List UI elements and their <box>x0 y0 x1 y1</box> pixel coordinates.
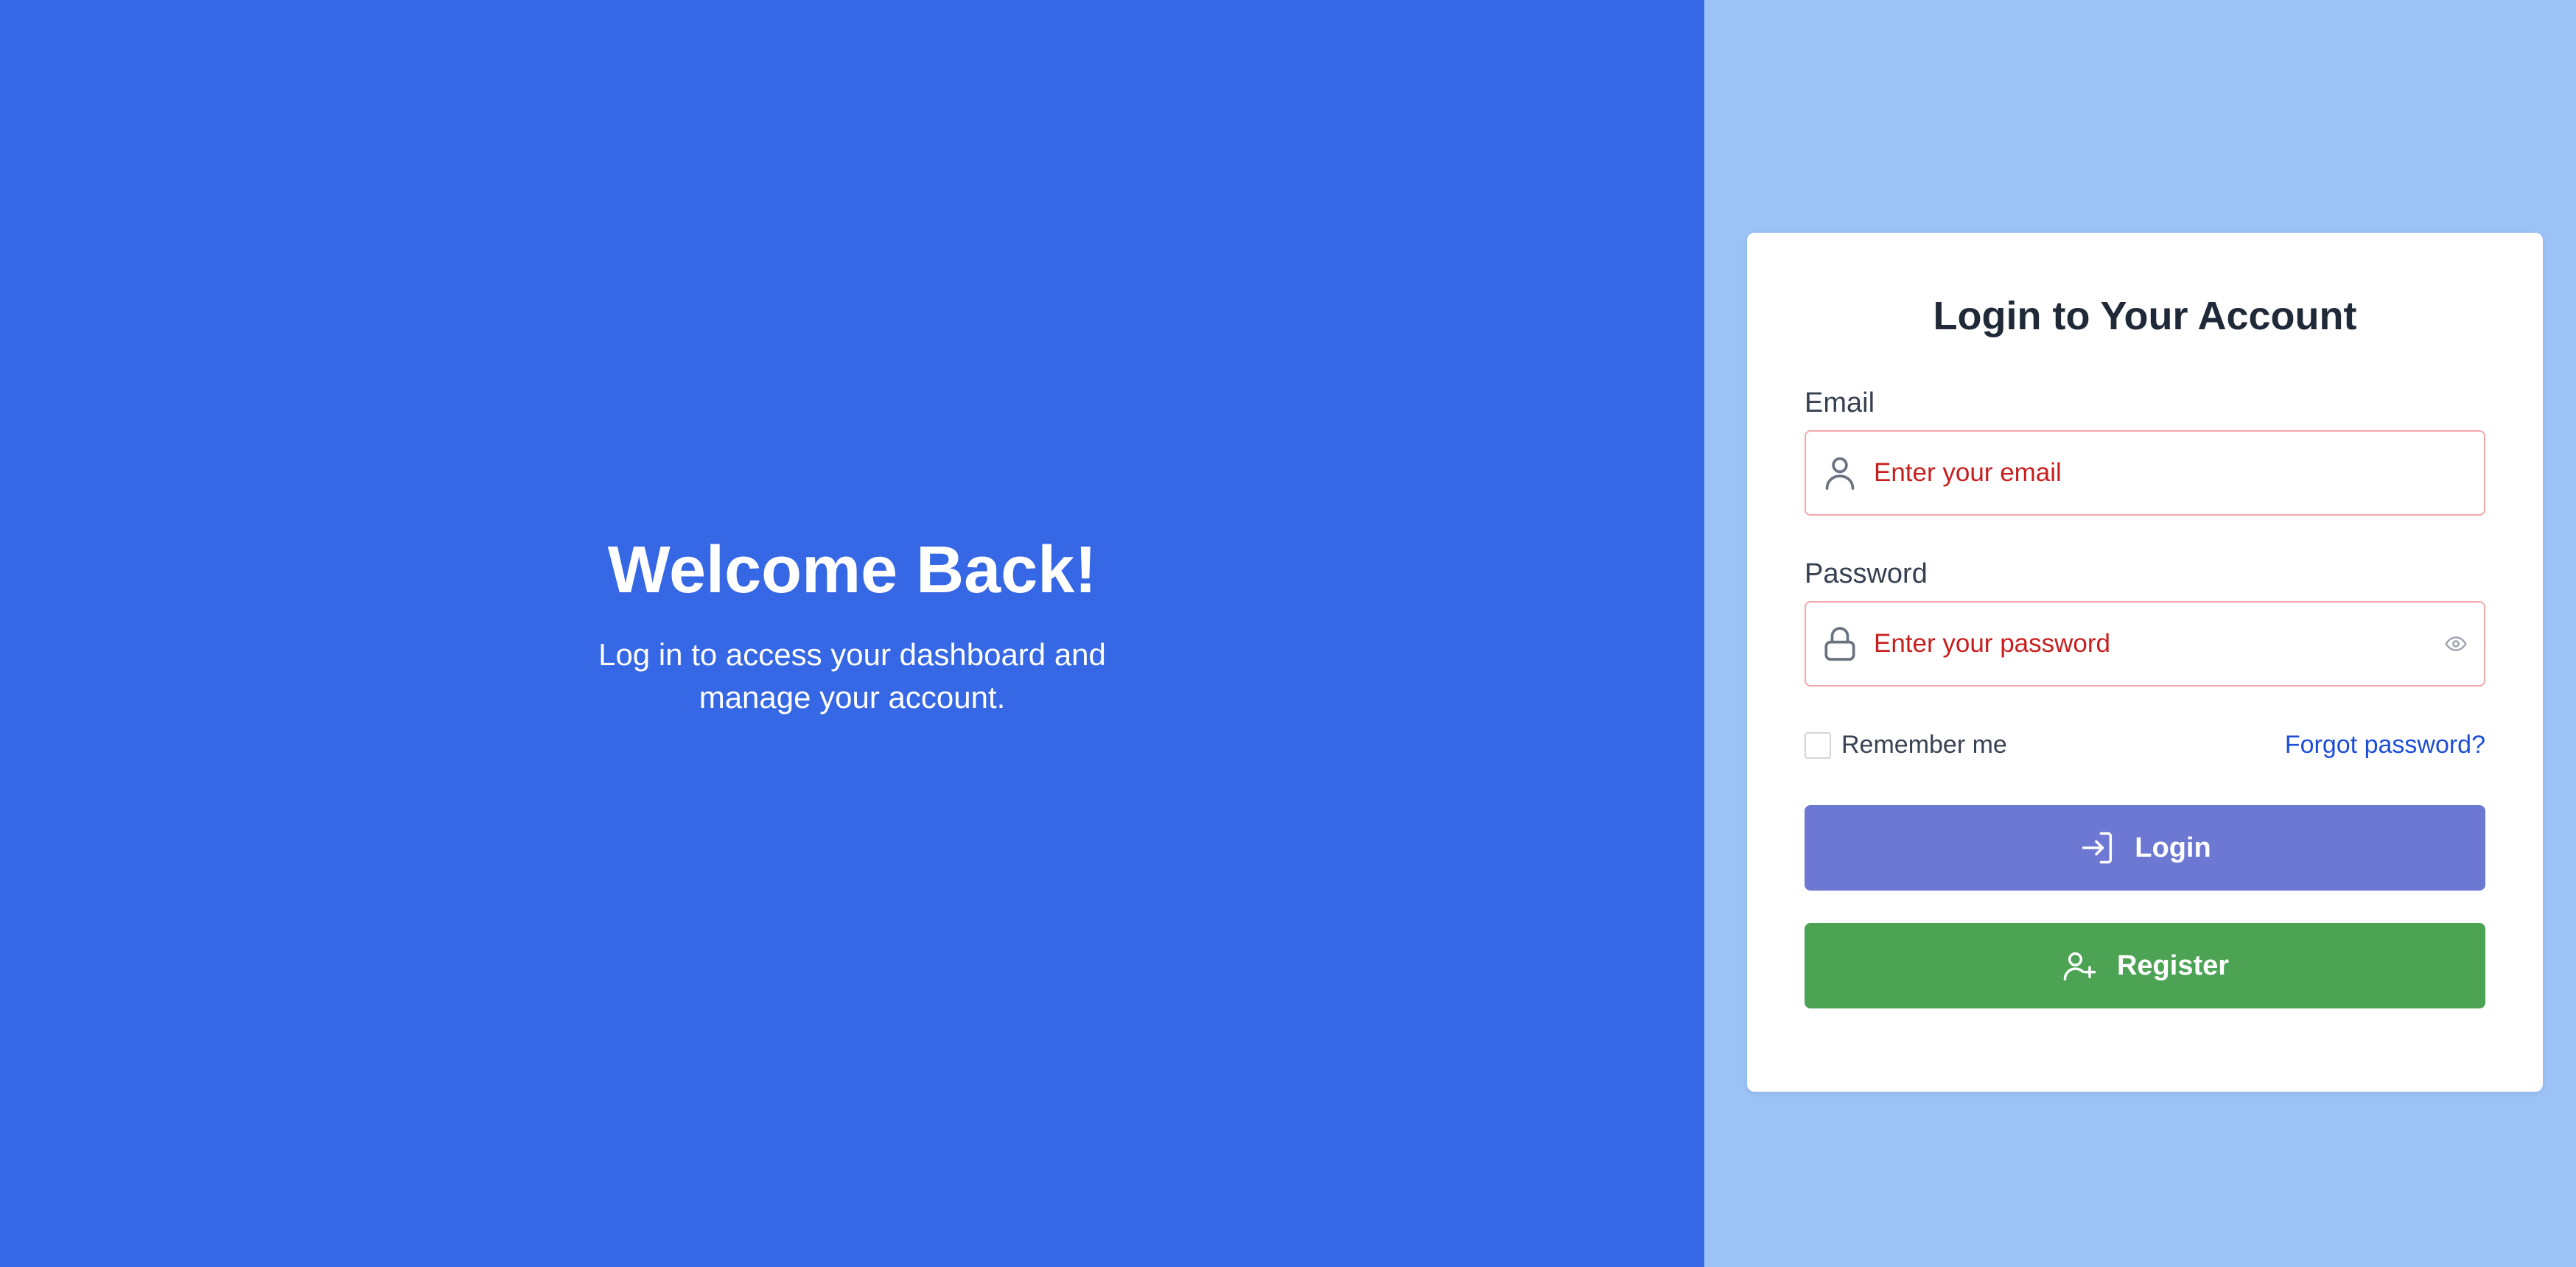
hero-subtitle: Log in to access your dashboard and mana… <box>598 636 1106 715</box>
password-label: Password <box>1805 558 1928 589</box>
remember-me-checkbox[interactable] <box>1805 731 1831 759</box>
register-button[interactable]: Register <box>1805 923 2485 1008</box>
hero-title: Welcome Back! <box>607 533 1097 607</box>
eye-icon[interactable] <box>2441 629 2471 659</box>
lock-icon <box>1819 623 1861 664</box>
email-field-wrapper <box>1805 430 2485 516</box>
register-button-label: Register <box>2116 950 2230 981</box>
email-label: Email <box>1805 387 1875 418</box>
forgot-password-link[interactable]: Forgot password? <box>2285 731 2485 759</box>
user-icon <box>1819 452 1861 494</box>
login-options-row: Remember me Forgot password? <box>1805 731 2485 759</box>
login-card: Login to Your Account Email Password <box>1747 233 2543 1092</box>
login-panel: Login to Your Account Email Password <box>1704 0 2576 1267</box>
password-field[interactable] <box>1874 629 2441 659</box>
remember-me-label: Remember me <box>1841 731 2007 759</box>
login-icon <box>2079 829 2117 867</box>
user-plus-icon <box>2061 947 2099 985</box>
welcome-hero: Welcome Back! Log in to access your dash… <box>0 0 1704 1267</box>
password-field-wrapper <box>1805 601 2485 687</box>
remember-me[interactable]: Remember me <box>1805 731 2007 759</box>
email-field[interactable] <box>1874 458 2471 488</box>
login-title: Login to Your Account <box>1933 294 2357 338</box>
login-page: Welcome Back! Log in to access your dash… <box>0 0 2576 1267</box>
login-button-label: Login <box>2135 832 2211 863</box>
login-button[interactable]: Login <box>1805 805 2485 891</box>
